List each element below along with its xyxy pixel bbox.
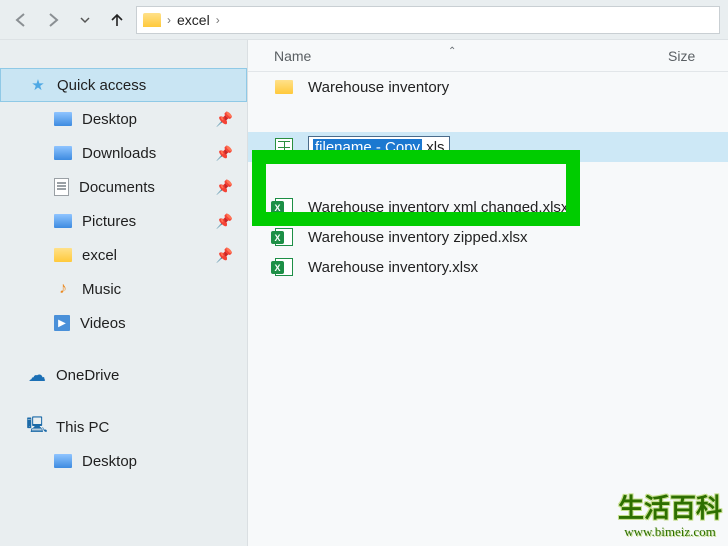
sidebar-this-pc[interactable]: 🖳 This PC bbox=[0, 410, 247, 444]
sidebar-item-label: Documents bbox=[79, 179, 155, 196]
breadcrumb[interactable]: excel bbox=[177, 12, 210, 28]
sort-indicator-icon: ⌃ bbox=[448, 46, 456, 57]
sidebar-onedrive[interactable]: ☁ OneDrive bbox=[0, 358, 247, 392]
main-area: ★ Quick access Desktop 📌 Downloads 📌 Doc… bbox=[0, 40, 728, 546]
list-item[interactable]: Warehouse inventory.xlsx bbox=[248, 252, 728, 282]
list-item[interactable]: Warehouse inventory bbox=[248, 72, 728, 102]
chevron-down-icon bbox=[79, 14, 91, 26]
arrow-up-icon bbox=[109, 12, 125, 28]
column-headers: Name ⌃ Size bbox=[248, 40, 728, 72]
sidebar-item-label: Quick access bbox=[57, 77, 146, 94]
pin-icon: 📌 bbox=[216, 213, 233, 230]
pin-icon: 📌 bbox=[216, 145, 233, 162]
chevron-right-icon: › bbox=[216, 13, 220, 27]
folder-icon bbox=[54, 248, 72, 262]
sidebar-item-label: Desktop bbox=[82, 453, 137, 470]
sidebar-item-documents[interactable]: Documents 📌 bbox=[0, 170, 247, 204]
rename-input[interactable]: filename - Copy.xls bbox=[308, 136, 450, 158]
sidebar-item-pictures[interactable]: Pictures 📌 bbox=[0, 204, 247, 238]
sidebar-quick-access[interactable]: ★ Quick access bbox=[0, 68, 247, 102]
address-bar[interactable]: › excel › bbox=[136, 6, 720, 34]
sidebar-item-music[interactable]: ♪ Music bbox=[0, 272, 247, 306]
watermark-text: 生活百科 bbox=[618, 493, 722, 524]
desktop-icon bbox=[54, 112, 72, 126]
videos-icon: ▶ bbox=[54, 315, 70, 331]
list-item[interactable]: Warehouse inventory xml changed.xlsx bbox=[248, 192, 728, 222]
pin-icon: 📌 bbox=[216, 247, 233, 264]
sidebar-item-label: Music bbox=[82, 281, 121, 298]
downloads-icon bbox=[54, 146, 72, 160]
sidebar-item-downloads[interactable]: Downloads 📌 bbox=[0, 136, 247, 170]
sidebar-item-label: Pictures bbox=[82, 213, 136, 230]
xlsx-icon bbox=[275, 228, 293, 246]
file-name: Warehouse inventory.xlsx bbox=[308, 259, 478, 276]
sidebar-item-label: Desktop bbox=[82, 111, 137, 128]
sidebar-item-label: This PC bbox=[56, 419, 109, 436]
documents-icon bbox=[54, 178, 69, 196]
sidebar-item-videos[interactable]: ▶ Videos bbox=[0, 306, 247, 340]
column-name[interactable]: Name ⌃ bbox=[274, 48, 668, 64]
rename-extension: .xls bbox=[422, 139, 445, 156]
rename-selected-text: filename - Copy bbox=[313, 139, 422, 156]
xls-icon bbox=[275, 138, 293, 156]
sidebar-item-label: Videos bbox=[80, 315, 126, 332]
pictures-icon bbox=[54, 214, 72, 228]
sidebar-item-desktop2[interactable]: Desktop bbox=[0, 444, 247, 478]
watermark: 生活百科 www.bimeiz.com bbox=[618, 493, 722, 540]
pin-icon: 📌 bbox=[216, 179, 233, 196]
xlsx-icon bbox=[275, 258, 293, 276]
file-name: Warehouse inventory xml changed.xlsx bbox=[308, 199, 568, 216]
column-name-label: Name bbox=[274, 48, 311, 64]
arrow-left-icon bbox=[13, 12, 29, 28]
back-button[interactable] bbox=[8, 7, 34, 33]
arrow-right-icon bbox=[45, 12, 61, 28]
sidebar-item-label: excel bbox=[82, 247, 117, 264]
file-pane: Name ⌃ Size Warehouse inventory hidden f… bbox=[248, 40, 728, 546]
folder-icon bbox=[143, 13, 161, 27]
forward-button[interactable] bbox=[40, 7, 66, 33]
toolbar: › excel › bbox=[0, 0, 728, 40]
star-icon: ★ bbox=[29, 76, 47, 94]
recent-dropdown[interactable] bbox=[72, 7, 98, 33]
sidebar-item-desktop[interactable]: Desktop 📌 bbox=[0, 102, 247, 136]
up-button[interactable] bbox=[104, 7, 130, 33]
list-item-renaming[interactable]: filename - Copy.xls bbox=[248, 132, 728, 162]
desktop-icon bbox=[54, 454, 72, 468]
sidebar-item-label: Downloads bbox=[82, 145, 156, 162]
pin-icon: 📌 bbox=[216, 111, 233, 128]
sidebar-item-excel[interactable]: excel 📌 bbox=[0, 238, 247, 272]
pc-icon: 🖳 bbox=[28, 418, 46, 436]
watermark-url: www.bimeiz.com bbox=[618, 524, 722, 540]
xlsx-icon bbox=[275, 198, 293, 216]
music-icon: ♪ bbox=[54, 280, 72, 298]
file-name: Warehouse inventory bbox=[308, 79, 449, 96]
chevron-right-icon: › bbox=[167, 13, 171, 27]
file-name: Warehouse inventory zipped.xlsx bbox=[308, 229, 528, 246]
list-item[interactable]: Warehouse inventory zipped.xlsx bbox=[248, 222, 728, 252]
column-size-label: Size bbox=[668, 48, 695, 64]
folder-icon bbox=[275, 80, 293, 94]
sidebar: ★ Quick access Desktop 📌 Downloads 📌 Doc… bbox=[0, 40, 248, 546]
cloud-icon: ☁ bbox=[28, 366, 46, 384]
column-size[interactable]: Size bbox=[668, 48, 728, 64]
sidebar-item-label: OneDrive bbox=[56, 367, 119, 384]
